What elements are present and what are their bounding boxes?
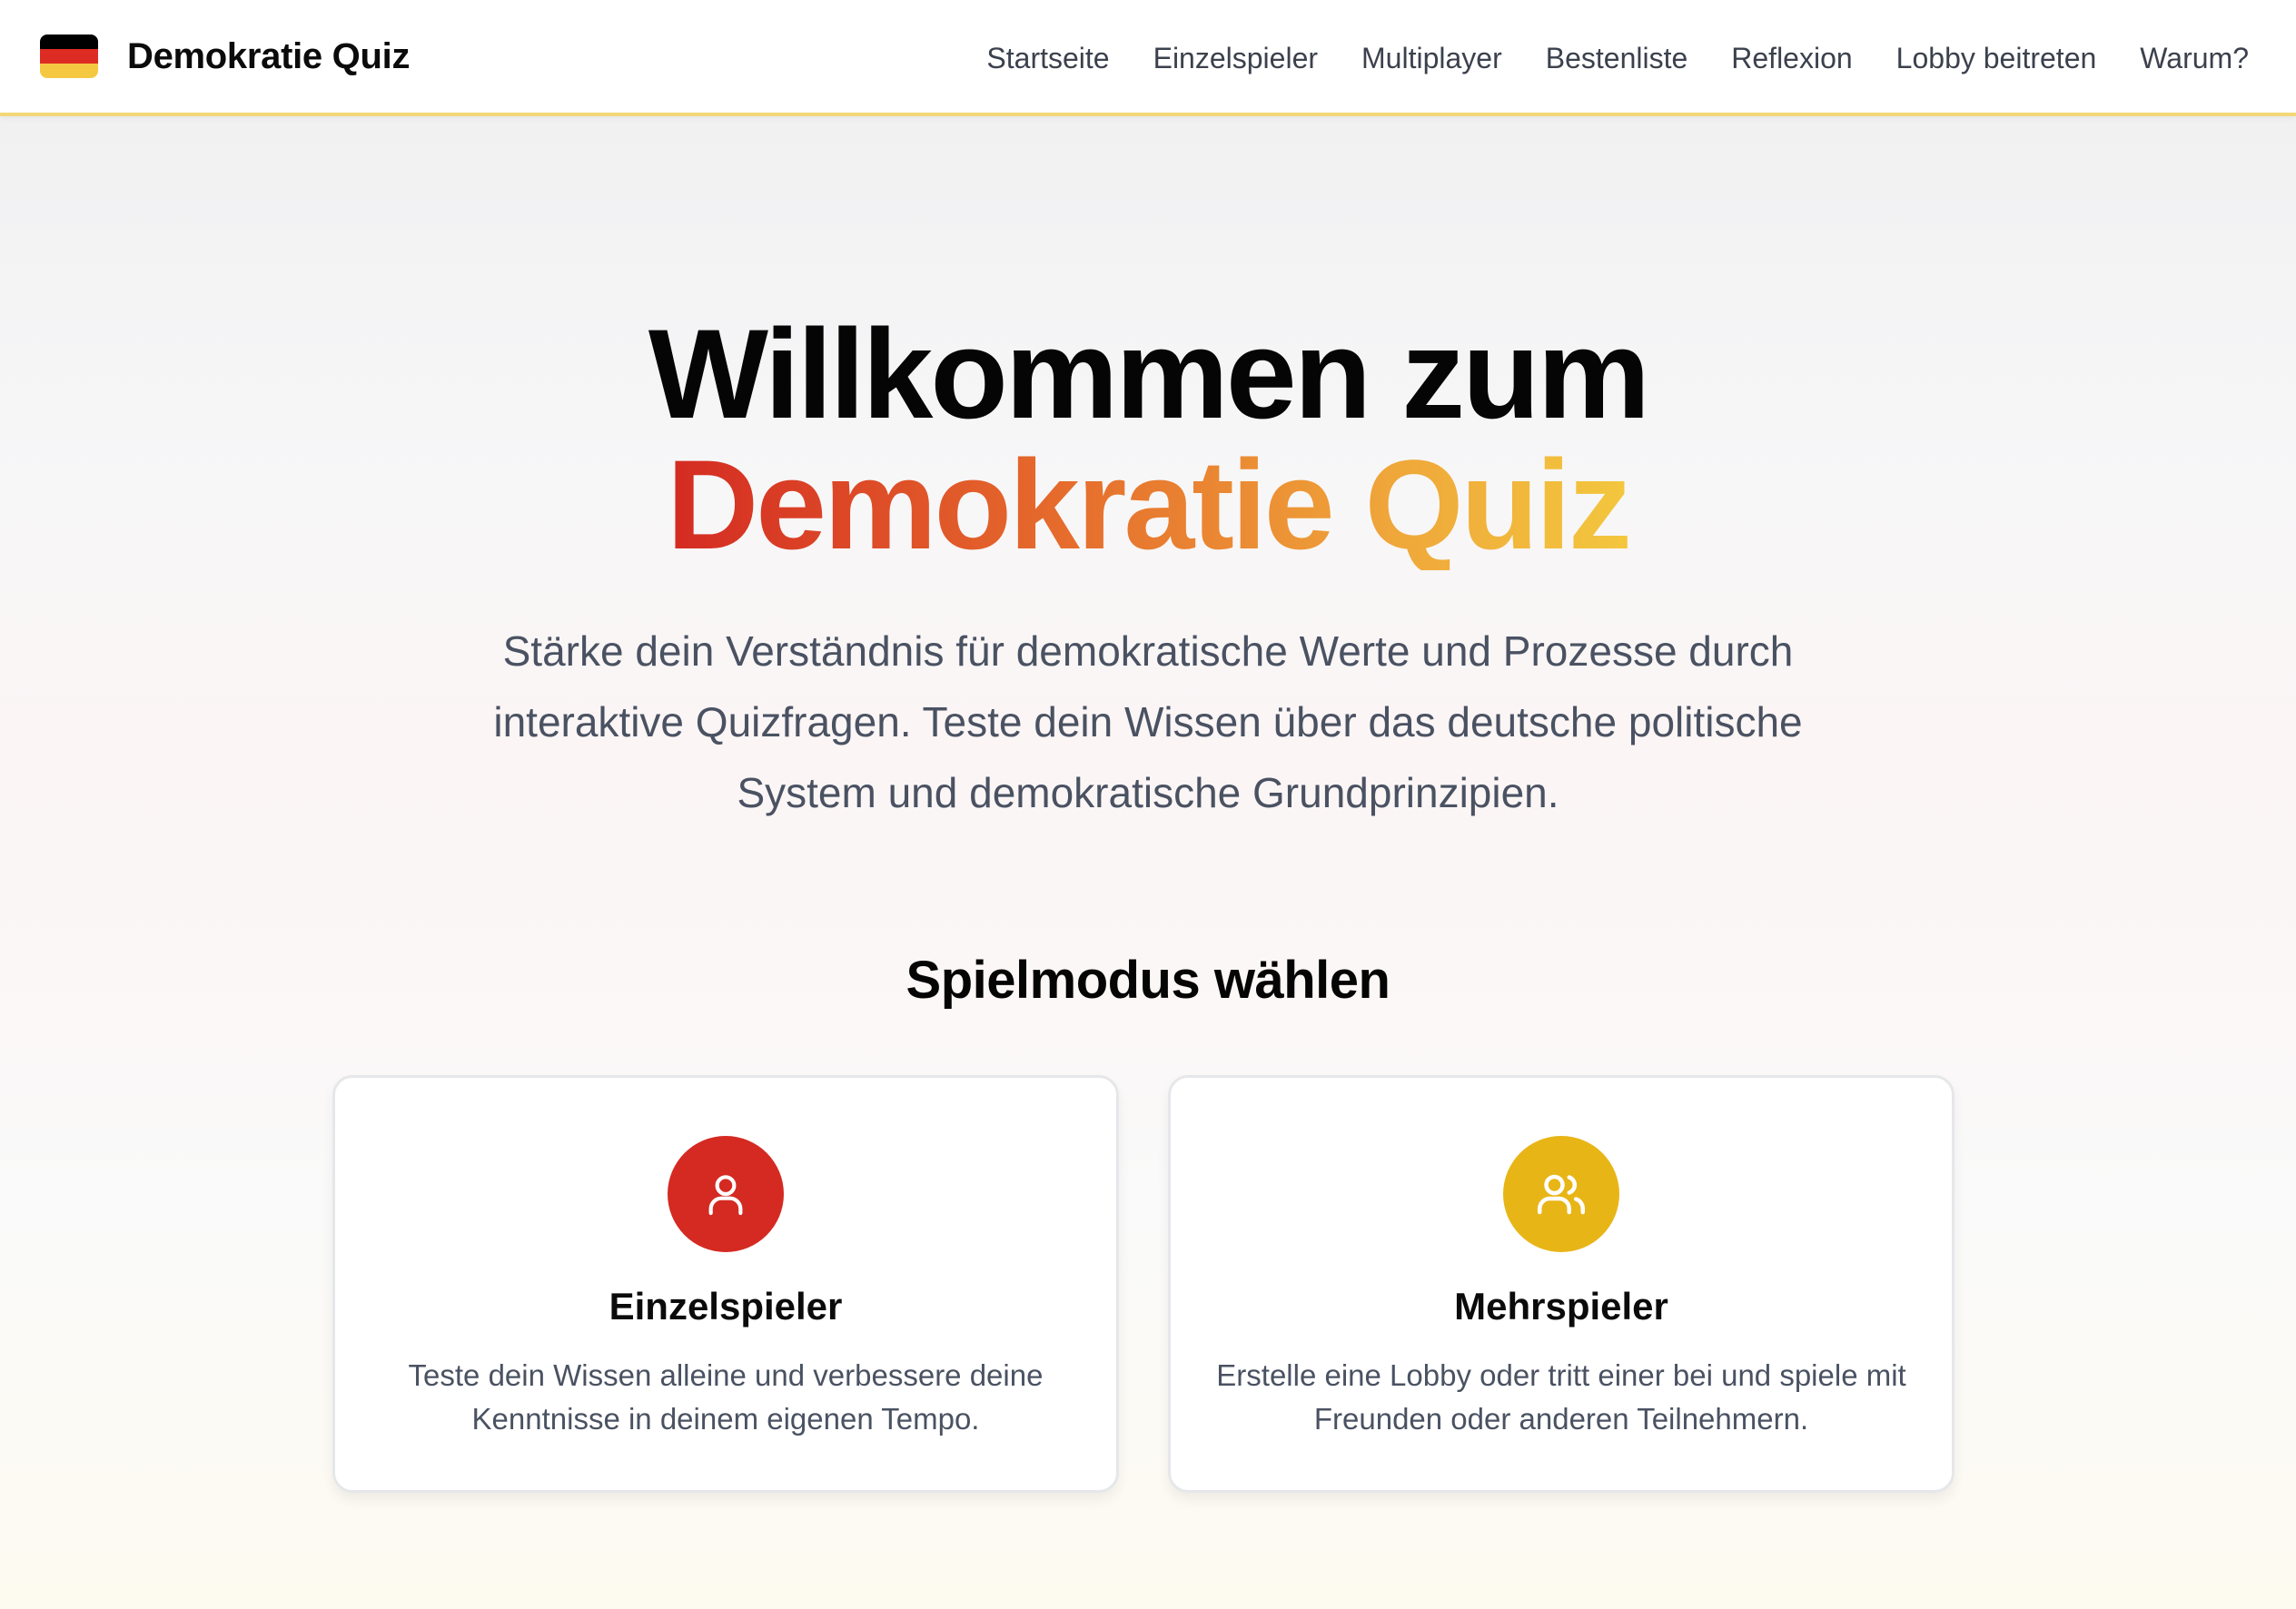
nav-startseite[interactable]: Startseite xyxy=(986,42,1109,75)
hero-title-line2: Demokratie Quiz xyxy=(667,433,1632,576)
multiplayer-title: Mehrspieler xyxy=(1454,1285,1668,1328)
user-icon xyxy=(668,1136,784,1252)
singleplayer-description: Teste dein Wissen alleine und verbessere… xyxy=(408,1358,1044,1436)
multiplayer-card[interactable]: Mehrspieler Erstelle eine Lobby oder tri… xyxy=(1168,1075,1955,1493)
singleplayer-title: Einzelspieler xyxy=(609,1285,843,1328)
hero-section: Willkommen zum Demokratie Quiz Stärke de… xyxy=(0,309,2296,828)
navbar: Demokratie Quiz Startseite Einzelspieler… xyxy=(0,0,2296,116)
main-nav: Startseite Einzelspieler Multiplayer Bes… xyxy=(986,0,2249,116)
nav-reflexion[interactable]: Reflexion xyxy=(1731,42,1852,75)
hero-subtitle: Stärke dein Verständnis für demokratisch… xyxy=(493,627,1803,816)
brand-logo-link[interactable]: Demokratie Quiz xyxy=(40,0,410,114)
hero-title-line1: Willkommen zum xyxy=(648,302,1650,445)
users-icon xyxy=(1503,1136,1619,1252)
nav-einzelspieler[interactable]: Einzelspieler xyxy=(1153,42,1318,75)
nav-bestenliste[interactable]: Bestenliste xyxy=(1546,42,1688,75)
nav-multiplayer[interactable]: Multiplayer xyxy=(1361,42,1502,75)
game-mode-heading: Spielmodus wählen xyxy=(906,951,1390,1010)
nav-lobby-beitreten[interactable]: Lobby beitreten xyxy=(1896,42,2097,75)
multiplayer-description: Erstelle eine Lobby oder tritt einer bei… xyxy=(1216,1358,1906,1436)
singleplayer-card[interactable]: Einzelspieler Teste dein Wissen alleine … xyxy=(332,1075,1119,1493)
brand-name: Demokratie Quiz xyxy=(127,35,411,76)
nav-warum[interactable]: Warum? xyxy=(2140,42,2249,75)
hero-title: Willkommen zum Demokratie Quiz xyxy=(0,309,2296,570)
german-flag-icon xyxy=(40,35,98,78)
